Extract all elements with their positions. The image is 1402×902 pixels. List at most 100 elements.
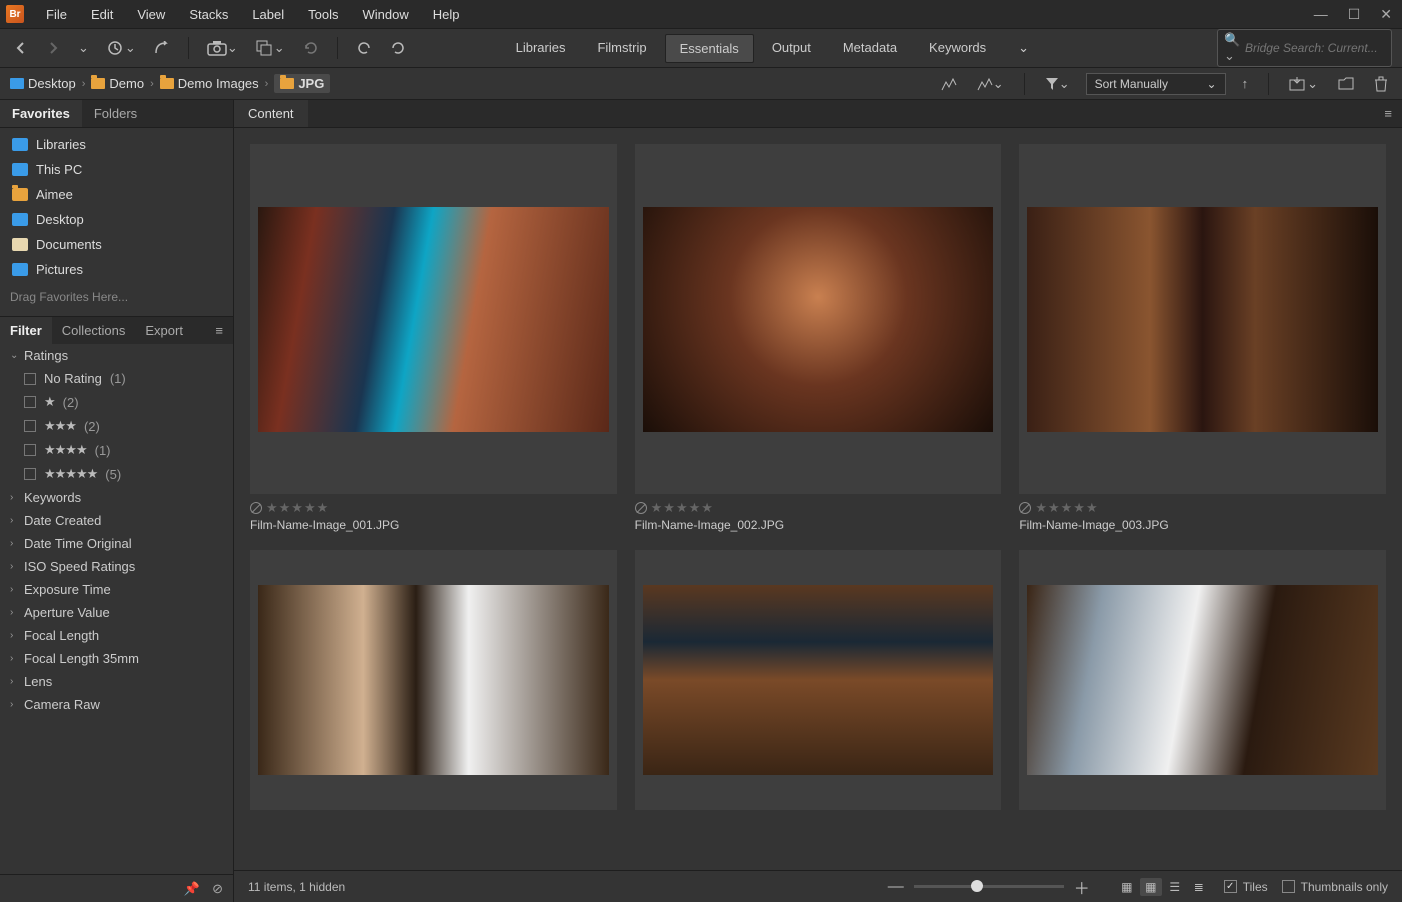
rating-filter-3[interactable]: ★★★(2) <box>20 414 233 438</box>
thumbnail-item[interactable]: ★★★★★ Film-Name-Image_003.JPG <box>1019 144 1386 532</box>
view-grid-icon[interactable]: ▦ <box>1140 878 1162 896</box>
tab-favorites[interactable]: Favorites <box>0 100 82 127</box>
crumb-desktop[interactable]: Desktop <box>10 76 76 91</box>
ws-more-icon[interactable]: ⌄ <box>1004 34 1043 63</box>
ws-keywords[interactable]: Keywords <box>915 34 1000 63</box>
ws-libraries[interactable]: Libraries <box>502 34 580 63</box>
rating-stars[interactable]: ★★★★★ <box>651 500 714 516</box>
favorite-documents[interactable]: Documents <box>0 232 233 257</box>
thumbnail-box[interactable] <box>250 144 617 494</box>
recent-folders-button[interactable]: ⌄ <box>103 36 140 60</box>
rating-filter-1[interactable]: ★(2) <box>20 390 233 414</box>
checkbox[interactable] <box>24 468 36 480</box>
filter-group-keywords[interactable]: ›Keywords <box>0 486 233 509</box>
nav-forward-button[interactable] <box>42 37 64 59</box>
cancel-icon[interactable]: ⊘ <box>212 881 223 897</box>
checkbox[interactable] <box>24 420 36 432</box>
nav-back-button[interactable] <box>10 37 32 59</box>
thumbnail-item[interactable] <box>250 550 617 810</box>
menu-tools[interactable]: Tools <box>298 3 348 26</box>
thumbnail-item[interactable]: ★★★★★ Film-Name-Image_002.JPG <box>635 144 1002 532</box>
undo-rotate-button[interactable] <box>352 36 376 60</box>
filter-group-focal-35[interactable]: ›Focal Length 35mm <box>0 647 233 670</box>
thumbnail-item[interactable] <box>1019 550 1386 810</box>
ws-filmstrip[interactable]: Filmstrip <box>583 34 660 63</box>
close-button[interactable]: ✕ <box>1376 6 1396 23</box>
ws-essentials[interactable]: Essentials <box>665 34 754 63</box>
thumbnail-box[interactable] <box>635 550 1002 810</box>
filter-group-focal-length[interactable]: ›Focal Length <box>0 624 233 647</box>
filter-group-date-time-original[interactable]: ›Date Time Original <box>0 532 233 555</box>
search-box[interactable]: 🔍⌄ <box>1217 29 1392 67</box>
filter-group-ratings[interactable]: ⌄Ratings <box>0 344 233 367</box>
view-details-icon[interactable]: ☰ <box>1164 878 1186 896</box>
search-input[interactable] <box>1245 41 1385 55</box>
nav-dropdown-icon[interactable]: ⌄ <box>74 36 93 60</box>
view-list-icon[interactable]: ≣ <box>1188 878 1210 896</box>
thumbnail-box[interactable] <box>635 144 1002 494</box>
filter-group-date-created[interactable]: ›Date Created <box>0 509 233 532</box>
thumbnail-item[interactable]: ★★★★★ Film-Name-Image_001.JPG <box>250 144 617 532</box>
crumb-demo[interactable]: Demo <box>91 76 144 91</box>
menu-label[interactable]: Label <box>242 3 294 26</box>
tab-filter[interactable]: Filter <box>0 317 52 344</box>
tiles-checkbox[interactable]: Tiles <box>1224 880 1268 894</box>
menu-help[interactable]: Help <box>423 3 470 26</box>
rating-filter-5[interactable]: ★★★★★(5) <box>20 462 233 486</box>
view-grid-lock-icon[interactable]: ▦ <box>1116 878 1138 896</box>
zoom-out-button[interactable]: — <box>888 878 904 896</box>
panel-menu-icon[interactable]: ≡ <box>205 317 233 344</box>
menu-edit[interactable]: Edit <box>81 3 123 26</box>
crumb-demo-images[interactable]: Demo Images <box>160 76 259 91</box>
filter-funnel-icon[interactable]: ⌄ <box>1041 72 1074 96</box>
favorite-this-pc[interactable]: This PC <box>0 157 233 182</box>
ratings-filter-dropdown-icon[interactable]: ⌄ <box>973 72 1008 96</box>
thumbnails-only-checkbox[interactable]: Thumbnails only <box>1282 880 1388 894</box>
menu-stacks[interactable]: Stacks <box>179 3 238 26</box>
ratings-filter-icon[interactable] <box>937 73 961 95</box>
rating-stars[interactable]: ★★★★★ <box>266 500 329 516</box>
tab-content[interactable]: Content <box>234 100 308 127</box>
sort-direction-icon[interactable]: ↑ <box>1238 72 1253 95</box>
new-folder-icon[interactable] <box>1334 73 1358 94</box>
zoom-in-button[interactable]: ＋ <box>1074 875 1090 899</box>
thumbnail-box[interactable] <box>1019 550 1386 810</box>
tab-folders[interactable]: Folders <box>82 100 149 127</box>
zoom-slider[interactable] <box>914 885 1064 888</box>
filter-group-lens[interactable]: ›Lens <box>0 670 233 693</box>
sort-select[interactable]: Sort Manually⌄ <box>1086 73 1226 95</box>
filter-group-camera-raw[interactable]: ›Camera Raw <box>0 693 233 716</box>
rating-filter-none[interactable]: No Rating(1) <box>20 367 233 390</box>
zoom-slider-thumb[interactable] <box>971 880 983 892</box>
favorite-desktop[interactable]: Desktop <box>0 207 233 232</box>
menu-view[interactable]: View <box>127 3 175 26</box>
menu-window[interactable]: Window <box>353 3 419 26</box>
ws-metadata[interactable]: Metadata <box>829 34 911 63</box>
thumbnail-box[interactable] <box>1019 144 1386 494</box>
get-photos-button[interactable]: ⌄ <box>203 36 242 60</box>
refresh-button[interactable] <box>299 36 323 60</box>
ws-output[interactable]: Output <box>758 34 825 63</box>
favorite-aimee[interactable]: Aimee <box>0 182 233 207</box>
panel-menu-icon[interactable]: ≡ <box>1374 100 1402 127</box>
trash-icon[interactable] <box>1370 72 1392 96</box>
maximize-button[interactable]: ☐ <box>1344 6 1365 23</box>
crumb-jpg[interactable]: JPG <box>274 74 330 93</box>
checkbox[interactable] <box>24 444 36 456</box>
favorite-pictures[interactable]: Pictures <box>0 257 233 282</box>
checkbox[interactable] <box>24 396 36 408</box>
minimize-button[interactable]: — <box>1310 6 1332 23</box>
checkbox[interactable] <box>24 373 36 385</box>
boomerang-button[interactable] <box>150 37 174 59</box>
favorite-libraries[interactable]: Libraries <box>0 132 233 157</box>
tab-export[interactable]: Export <box>135 317 193 344</box>
rating-stars[interactable]: ★★★★★ <box>1035 500 1098 516</box>
pin-icon[interactable]: 📌 <box>184 881 200 897</box>
thumbnail-item[interactable] <box>635 550 1002 810</box>
filter-group-aperture[interactable]: ›Aperture Value <box>0 601 233 624</box>
rating-filter-4[interactable]: ★★★★(1) <box>20 438 233 462</box>
open-in-app-button[interactable]: ⌄ <box>252 36 289 60</box>
redo-rotate-button[interactable] <box>386 36 410 60</box>
menu-file[interactable]: File <box>36 3 77 26</box>
tab-collections[interactable]: Collections <box>52 317 136 344</box>
